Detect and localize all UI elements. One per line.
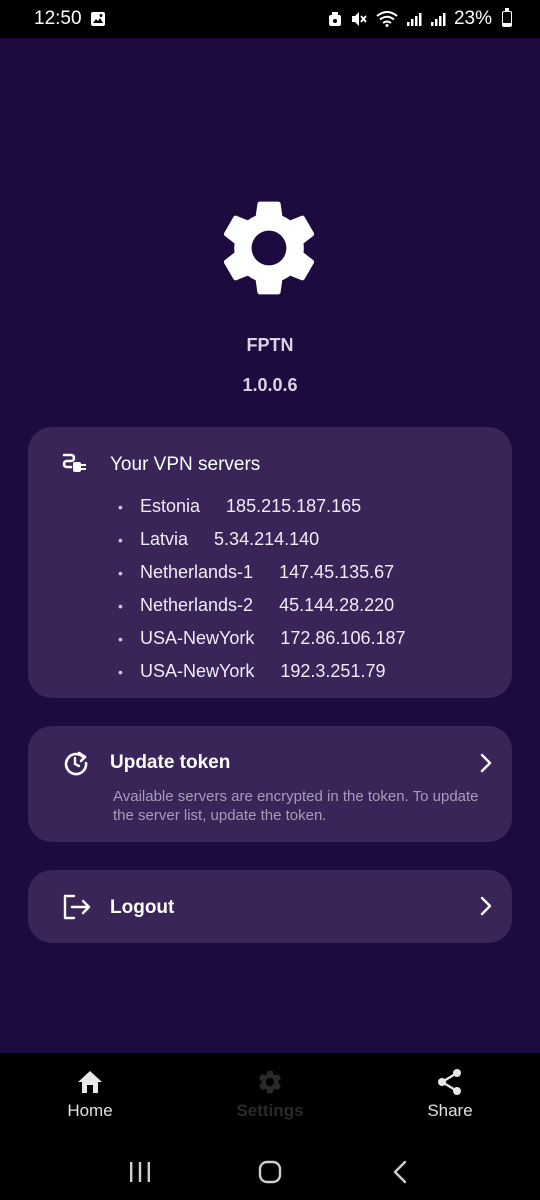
server-name: USA-NewYork bbox=[140, 628, 255, 648]
nav-share-label: Share bbox=[427, 1101, 473, 1120]
signal-2-icon bbox=[430, 11, 446, 27]
server-ip: 147.45.135.67 bbox=[279, 562, 395, 582]
logout-title: Logout bbox=[110, 897, 175, 918]
system-nav bbox=[0, 1143, 540, 1200]
server-item: • USA-NewYork 192.3.251.79 bbox=[118, 661, 386, 681]
app-name: FPTN bbox=[246, 335, 294, 355]
server-item: • Estonia 185.215.187.165 bbox=[118, 496, 362, 516]
recent-apps-icon[interactable] bbox=[120, 1152, 160, 1192]
server-item: • Netherlands-2 45.144.28.220 bbox=[118, 595, 395, 615]
update-token-description: Available servers are encrypted in the t… bbox=[113, 788, 479, 824]
status-left: 12:50 bbox=[34, 8, 106, 30]
status-right: 23% bbox=[328, 8, 512, 30]
server-list: • Estonia 185.215.187.165 • Latvia 5.34.… bbox=[118, 490, 406, 688]
plug-icon bbox=[60, 451, 90, 477]
gear-icon bbox=[255, 1067, 285, 1097]
nav-item-share[interactable]: Share bbox=[360, 1053, 540, 1143]
server-ip: 5.34.214.140 bbox=[214, 529, 320, 549]
server-ip: 172.86.106.187 bbox=[280, 628, 406, 648]
chevron-right-icon bbox=[478, 752, 494, 774]
chevron-right-icon bbox=[478, 895, 494, 917]
vpn-servers-card: Your VPN servers • Estonia 185.215.187.1… bbox=[28, 427, 512, 698]
server-ip: 192.3.251.79 bbox=[280, 661, 386, 681]
mute-icon bbox=[350, 11, 368, 27]
battery-icon bbox=[502, 8, 512, 27]
nav-settings-label: Settings bbox=[236, 1101, 304, 1120]
back-icon[interactable] bbox=[380, 1152, 420, 1192]
server-item: • Netherlands-1 147.45.135.67 bbox=[118, 562, 395, 582]
server-ip: 185.215.187.165 bbox=[226, 496, 362, 516]
update-token-button[interactable]: Update token Available servers are encry… bbox=[28, 726, 512, 842]
server-name: Latvia bbox=[140, 529, 189, 549]
battery-percent: 23% bbox=[453, 8, 492, 29]
wifi-icon bbox=[376, 11, 398, 27]
nav-item-settings[interactable]: Settings bbox=[180, 1053, 360, 1143]
gear-icon bbox=[211, 190, 327, 306]
server-item: • Latvia 5.34.214.140 bbox=[118, 529, 320, 549]
server-name: Estonia bbox=[140, 496, 201, 516]
alarm-icon bbox=[328, 11, 342, 27]
nav-home-label: Home bbox=[67, 1101, 113, 1120]
logout-icon bbox=[62, 893, 92, 921]
signal-1-icon bbox=[406, 11, 422, 27]
logout-button[interactable]: Logout bbox=[28, 870, 512, 943]
home-icon bbox=[75, 1067, 105, 1097]
server-item: • USA-NewYork 172.86.106.187 bbox=[118, 628, 406, 648]
update-token-title: Update token bbox=[110, 752, 231, 773]
vpn-servers-title: Your VPN servers bbox=[110, 454, 261, 475]
status-time: 12:50 bbox=[34, 8, 82, 29]
status-bar: 12:50 23% bbox=[0, 0, 540, 38]
share-icon bbox=[435, 1067, 465, 1097]
gallery-notification-icon bbox=[90, 11, 106, 27]
nav-item-home[interactable]: Home bbox=[0, 1053, 180, 1143]
bottom-nav: Home Settings Share bbox=[0, 1053, 540, 1143]
app-version: 1.0.0.6 bbox=[242, 375, 298, 395]
main-content: FPTN 1.0.0.6 Your VPN servers • Estonia … bbox=[0, 38, 540, 1053]
home-circle-icon[interactable] bbox=[250, 1152, 290, 1192]
server-name: Netherlands-1 bbox=[140, 562, 254, 582]
server-name: USA-NewYork bbox=[140, 661, 255, 681]
refresh-clock-icon bbox=[62, 749, 90, 777]
server-ip: 45.144.28.220 bbox=[279, 595, 395, 615]
server-name: Netherlands-2 bbox=[140, 595, 254, 615]
